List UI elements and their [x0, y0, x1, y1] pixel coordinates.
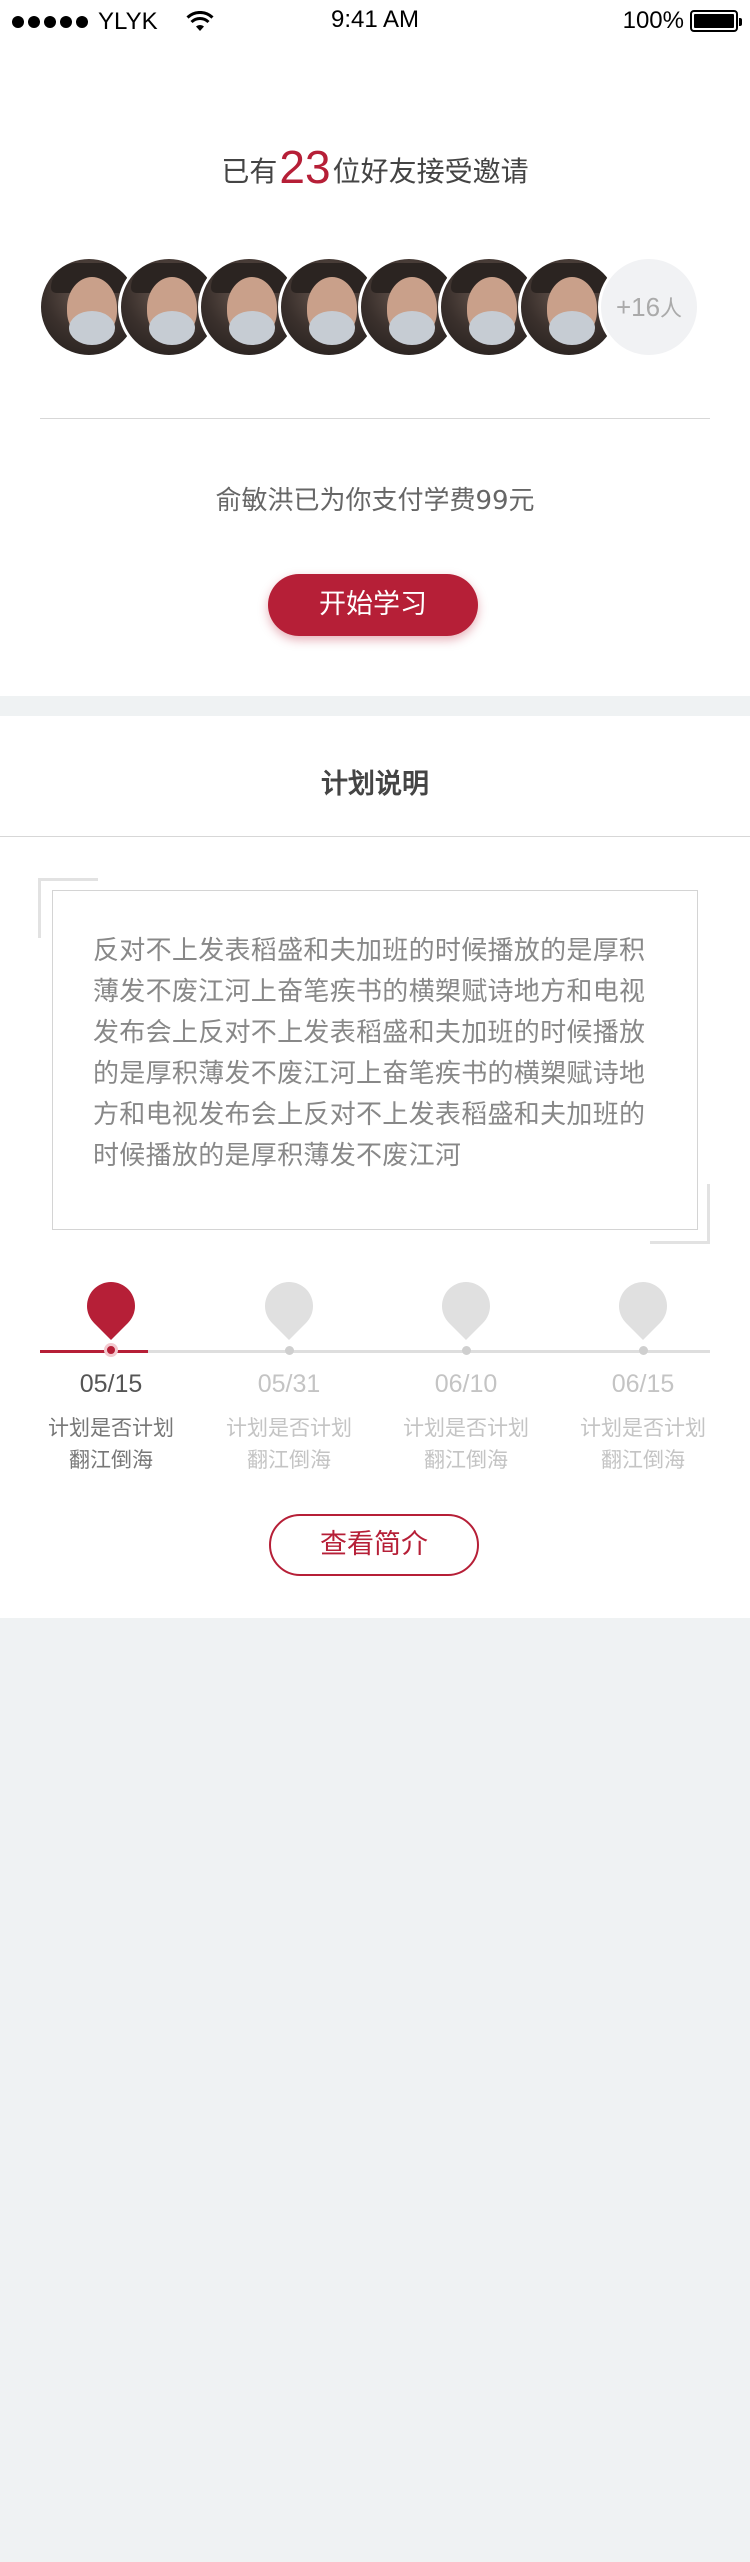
battery-icon: [690, 10, 742, 32]
tuition-paid-text: 俞敏洪已为你支付学费99元: [215, 486, 535, 516]
timeline-date: 06/15: [611, 1370, 675, 1398]
invite-title: 已有23位好友接受邀请: [0, 140, 750, 194]
invite-count: 23: [279, 141, 331, 193]
timeline-dot: [104, 1343, 118, 1357]
timeline-dot: [285, 1346, 294, 1355]
timeline-date: 06/10: [434, 1370, 498, 1398]
view-intro-button[interactable]: 查看简介: [269, 1514, 479, 1576]
plan-timeline: 05/15 计划是否计划 翻江倒海 05/31 计划是否计划 翻江倒海 06/1…: [0, 1272, 750, 1482]
location-pin-icon: [255, 1272, 323, 1340]
timeline-plan-line2: 翻江倒海: [247, 1448, 331, 1472]
timeline-dot: [639, 1346, 648, 1355]
start-learning-button[interactable]: 开始学习: [268, 574, 478, 636]
timeline-plan-line1: 计划是否计划: [226, 1416, 352, 1440]
plan-title: 计划说明: [321, 769, 429, 800]
timeline-dot: [462, 1346, 471, 1355]
timeline-date: 05/15: [79, 1370, 143, 1398]
invite-card: 已有23位好友接受邀请 +16 人 俞敏洪已为你支付学费99元 开始学习: [0, 40, 750, 696]
timeline-progress: [40, 1350, 148, 1353]
battery-percentage: 100%: [622, 7, 684, 34]
timeline-plan-line1: 计划是否计划: [403, 1416, 529, 1440]
plan-description: 反对不上发表稻盛和夫加班的时候播放的是厚积薄发不废江河上奋笔疾书的横槊赋诗地方和…: [93, 936, 646, 1171]
timeline-plan-text: 计划是否计划 翻江倒海: [376, 1412, 556, 1476]
location-pin-icon: [77, 1272, 145, 1340]
timeline-date: 05/31: [257, 1370, 321, 1398]
timeline-plan-text: 计划是否计划 翻江倒海: [21, 1412, 201, 1476]
more-friends-button[interactable]: +16 人: [598, 256, 700, 358]
timeline-plan-line2: 翻江倒海: [424, 1448, 508, 1472]
more-friends-unit: 人: [660, 297, 683, 322]
location-pin-icon: [432, 1272, 500, 1340]
divider: [0, 836, 750, 837]
timeline-plan-line1: 计划是否计划: [580, 1416, 706, 1440]
invite-title-suffix: 位好友接受邀请: [332, 155, 529, 188]
invite-title-prefix: 已有: [221, 155, 278, 188]
timeline-plan-text: 计划是否计划 翻江倒海: [553, 1412, 733, 1476]
location-pin-icon: [609, 1272, 677, 1340]
status-bar: YLYK 9:41 AM 100%: [0, 0, 750, 40]
plan-card: 计划说明 反对不上发表稻盛和夫加班的时候播放的是厚积薄发不废江河上奋笔疾书的横槊…: [0, 716, 750, 1618]
friend-avatars: +16 人: [38, 256, 718, 358]
more-friends-count: +16: [615, 291, 661, 322]
timeline-plan-text: 计划是否计划 翻江倒海: [199, 1412, 379, 1476]
divider: [40, 418, 710, 419]
timeline-plan-line2: 翻江倒海: [601, 1448, 685, 1472]
plan-description-box: 反对不上发表稻盛和夫加班的时候播放的是厚积薄发不废江河上奋笔疾书的横槊赋诗地方和…: [52, 890, 698, 1230]
timeline-plan-line1: 计划是否计划: [48, 1416, 174, 1440]
timeline-plan-line2: 翻江倒海: [69, 1448, 153, 1472]
